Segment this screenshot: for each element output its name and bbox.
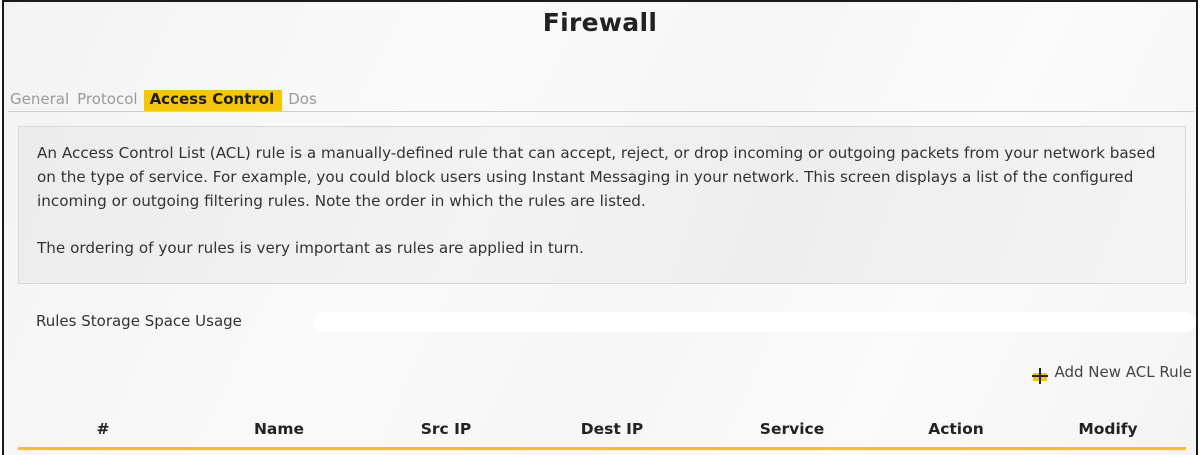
- column-header-name: Name: [253, 419, 305, 438]
- add-new-acl-rule-label: Add New ACL Rule: [1054, 363, 1192, 381]
- tab-bar: General Protocol Access Control Dos: [8, 89, 1194, 112]
- tab-dos[interactable]: Dos: [286, 90, 323, 111]
- tab-access-control-label: Access Control: [143, 90, 283, 111]
- page-title: Firewall: [542, 8, 658, 37]
- add-new-acl-rule-button[interactable]: Add New ACL Rule: [1030, 362, 1192, 384]
- plus-icon: [1032, 368, 1049, 384]
- column-header-number: #: [96, 419, 110, 438]
- description-note: The ordering of your rules is very impor…: [37, 239, 584, 257]
- storage-usage-bar: [314, 312, 1196, 332]
- column-header-modify: Modify: [1078, 419, 1138, 438]
- column-header-action: Action: [928, 419, 984, 438]
- firewall-panel: Firewall General Protocol Access Control…: [2, 0, 1198, 455]
- description-paragraph: An Access Control List (ACL) rule is a m…: [37, 144, 1156, 210]
- tab-protocol[interactable]: Protocol: [75, 90, 143, 111]
- column-header-dest-ip: Dest IP: [580, 419, 644, 438]
- column-header-src-ip: Src IP: [420, 419, 472, 438]
- storage-usage-label: Rules Storage Space Usage: [36, 312, 242, 330]
- description-box: An Access Control List (ACL) rule is a m…: [18, 126, 1186, 284]
- tab-general[interactable]: General: [8, 90, 75, 111]
- acl-table-header: # Name Src IP Dest IP Service Action Mod…: [18, 410, 1186, 450]
- tab-access-control[interactable]: Access Control: [143, 90, 283, 111]
- column-header-service: Service: [759, 419, 825, 438]
